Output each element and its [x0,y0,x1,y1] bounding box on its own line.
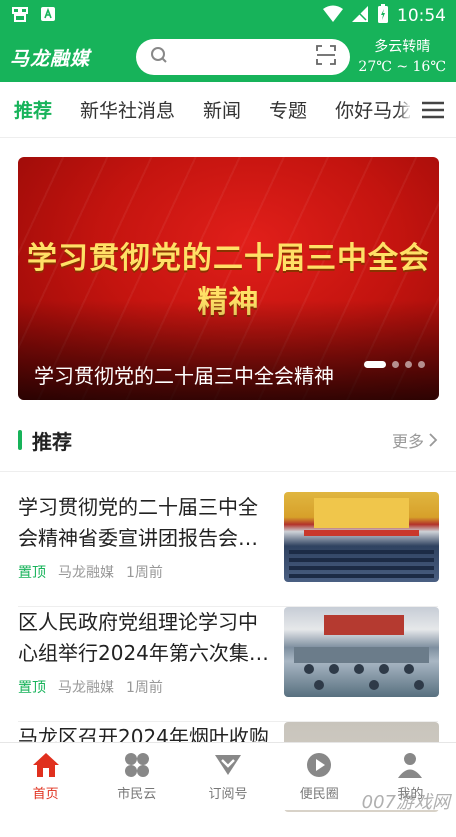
nav-home-label: 首页 [32,787,59,802]
watermark: 007游戏网 [361,792,450,813]
search-box[interactable] [136,39,350,75]
battery-icon [377,3,389,29]
recommend-section-header: 推荐 更多 [0,418,456,462]
pinned-tag: 置顶 [18,680,46,696]
weather-condition: 多云转晴 [374,39,431,55]
nav-home[interactable]: 首页 [0,743,91,810]
news-thumbnail [284,607,439,697]
nav-citizen-cloud-label: 市民云 [117,787,157,802]
status-time: 10:54 [397,6,446,26]
play-icon [307,753,332,777]
subscribe-icon [215,755,241,775]
signal-icon [351,5,369,28]
weather-temperature: 27℃ ~ 16℃ [358,59,446,75]
clover-icon [124,753,149,777]
nav-subscriptions[interactable]: 订阅号 [182,743,273,810]
nav-citizen-cloud[interactable]: 市民云 [91,743,182,810]
menu-icon[interactable] [410,82,456,137]
carousel-indicator [364,361,425,368]
news-title: 区人民政府党组理论学习中心组举行2024年第六次集… [18,610,269,665]
section-title: 推荐 [32,429,72,454]
home-icon [32,753,59,777]
carousel-dot[interactable] [405,361,412,368]
news-time: 1周前 [126,565,163,581]
pinned-tag: 置顶 [18,565,46,581]
news-source: 马龙融媒 [58,680,114,696]
nav-subscriptions-label: 订阅号 [208,787,248,802]
app-header: 马龙融媒 多云转晴 27℃ ~ 16℃ [0,32,456,82]
section-accent-bar [18,430,22,450]
weather-widget[interactable]: 多云转晴 27℃ ~ 16℃ [358,37,446,77]
nav-community[interactable]: 便民圈 [274,743,365,810]
carousel-dot[interactable] [418,361,425,368]
divider [0,471,456,472]
chevron-right-icon [429,433,438,447]
news-meta: 置顶 马龙融媒 1周前 [18,677,163,697]
a-icon [40,6,56,26]
news-source: 马龙融媒 [58,565,114,581]
app-logo: 马龙融媒 [10,47,91,70]
scan-icon[interactable] [316,45,336,69]
news-item[interactable]: 区人民政府党组理论学习中心组举行2024年第六次集… 置顶 马龙融媒 1周前 [0,607,456,722]
news-title: 学习贯彻党的二十届三中全会精神省委宣讲团报告会… [18,495,258,550]
tab-recommend[interactable]: 推荐 [0,96,66,123]
wifi-icon [323,5,343,28]
news-time: 1周前 [126,680,163,696]
status-bar: 10:54 [0,0,456,32]
nav-community-label: 便民圈 [299,787,339,802]
app-icon [10,4,30,28]
user-icon [398,753,423,778]
news-item[interactable]: 学习贯彻党的二十届三中全会精神省委宣讲团报告会… 置顶 马龙融媒 1周前 [0,492,456,607]
tab-topics[interactable]: 专题 [255,96,321,123]
channel-tabs: 推荐 新华社消息 新闻 专题 你好马龙 [0,82,456,138]
news-thumbnail [284,492,439,582]
more-label: 更多 [391,432,424,451]
carousel-dot[interactable] [392,361,399,368]
more-link[interactable]: 更多 [392,428,438,452]
news-meta: 置顶 马龙融媒 1周前 [18,562,163,582]
tab-xinhua[interactable]: 新华社消息 [66,96,189,123]
carousel-dot[interactable] [364,361,386,368]
banner-carousel[interactable]: 学习贯彻党的二十届三中全会精神 学习贯彻党的二十届三中全会精神 [18,157,439,400]
tab-news[interactable]: 新闻 [189,96,255,123]
banner-caption: 学习贯彻党的二十届三中全会精神 [34,364,334,388]
search-icon [150,46,168,68]
